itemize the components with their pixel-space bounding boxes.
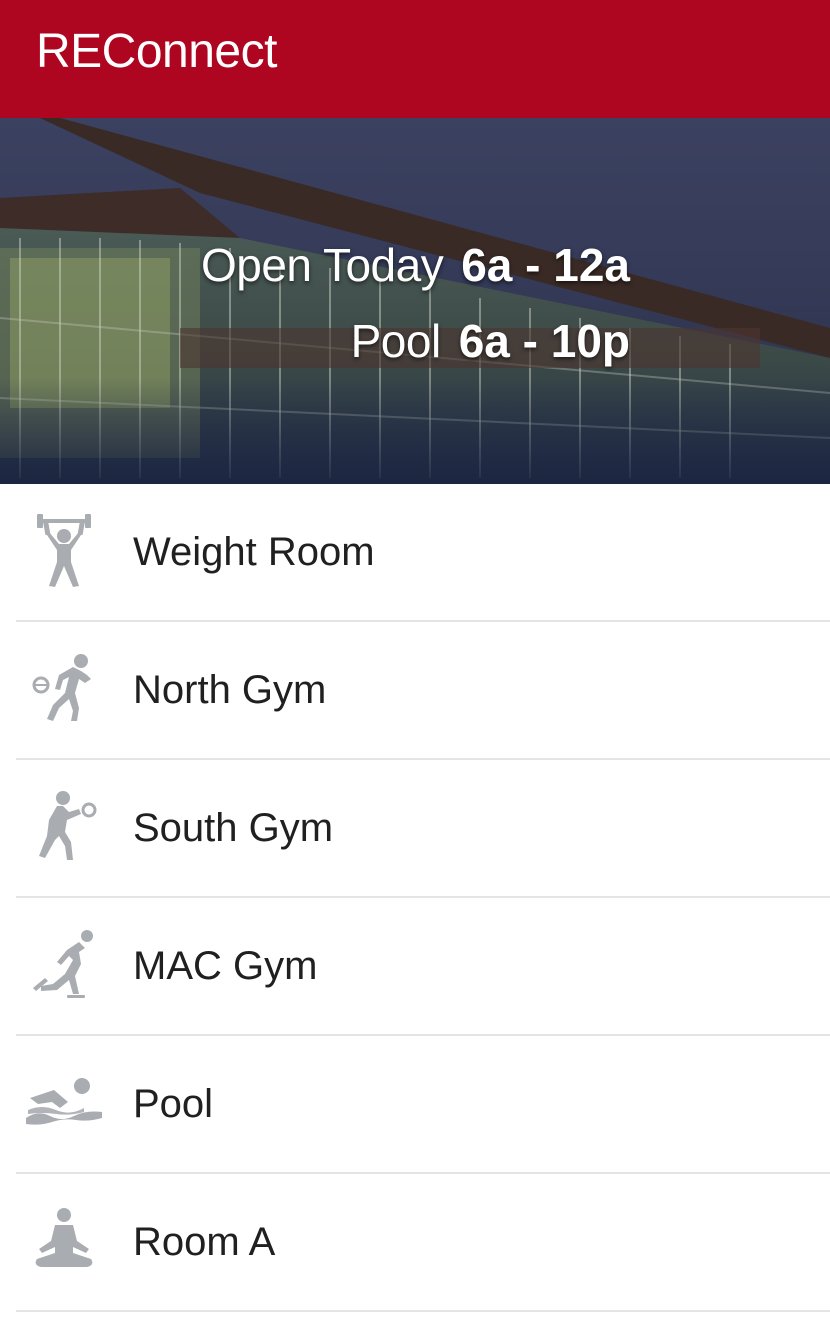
meditation-icon: [24, 1198, 104, 1282]
hours-pool-label: Pool: [350, 315, 442, 367]
list-item-room-a[interactable]: Room A: [0, 1174, 830, 1312]
list-item-label: North Gym: [133, 668, 327, 712]
basketball-icon: [24, 646, 104, 730]
list-item-label: Pool: [133, 1082, 214, 1126]
list-item-pool[interactable]: Pool: [0, 1036, 830, 1174]
app-title: REConnect: [36, 25, 277, 78]
list-item-label: MAC Gym: [133, 944, 318, 988]
skating-icon: [24, 922, 104, 1006]
facility-list: Weight Room North Gym South Gym MAC Gym …: [0, 484, 830, 1312]
weightlifting-icon: [24, 508, 104, 592]
list-item-south-gym[interactable]: South Gym: [0, 760, 830, 898]
list-item-label: Room A: [133, 1220, 276, 1264]
hero-banner: Open Today 6a - 12a Pool 6a - 10p: [0, 118, 830, 484]
app-bar: REConnect: [0, 0, 830, 118]
list-item-label: South Gym: [133, 806, 334, 850]
hours-today-value: 6a - 12a: [461, 239, 630, 291]
hours-pool: Pool 6a - 10p: [351, 314, 630, 368]
list-item-north-gym[interactable]: North Gym: [0, 622, 830, 760]
volleyball-icon: [24, 784, 104, 868]
list-item-mac-gym[interactable]: MAC Gym: [0, 898, 830, 1036]
hours-today: Open Today 6a - 12a: [201, 238, 630, 292]
divider: [16, 1310, 830, 1312]
building-photo: [0, 118, 830, 484]
list-item-label: Weight Room: [133, 530, 375, 574]
hours-today-label: Open Today: [200, 239, 444, 291]
list-item-weight-room[interactable]: Weight Room: [0, 484, 830, 622]
swimming-icon: [24, 1060, 104, 1144]
hours-pool-value: 6a - 10p: [458, 315, 630, 367]
